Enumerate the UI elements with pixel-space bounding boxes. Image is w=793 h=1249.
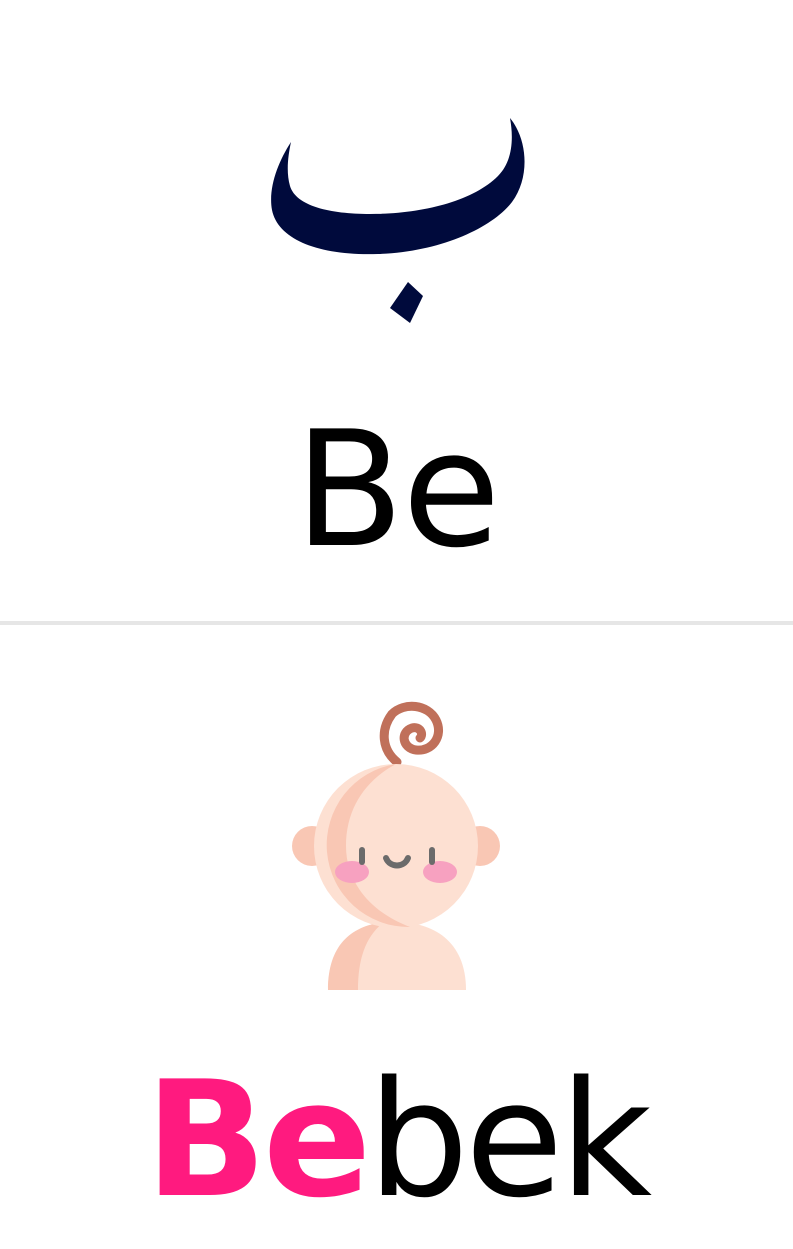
letter-card: ب Be <box>0 0 793 622</box>
letter-name: Be <box>294 396 500 583</box>
baby-icon <box>292 701 500 990</box>
word-highlight: Be <box>144 1046 371 1233</box>
word-rest: bek <box>367 1046 652 1233</box>
arabic-letter-ba: ب <box>271 118 525 323</box>
example-word: Bebek <box>0 1050 793 1230</box>
